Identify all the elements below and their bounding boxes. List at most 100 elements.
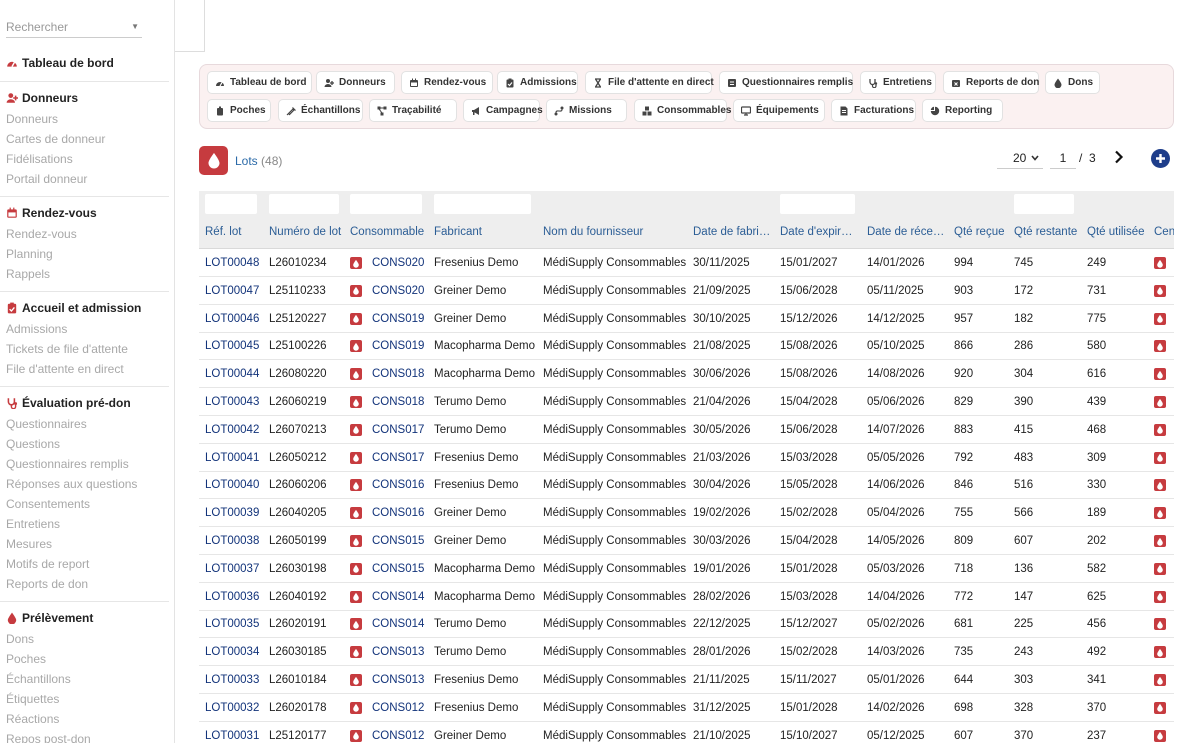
nav-button-8[interactable]: Dons (1045, 71, 1100, 94)
lot-ref-link[interactable]: LOT00042 (205, 424, 259, 436)
nav-button-0[interactable]: Tableau de bord (207, 71, 312, 94)
consumable-link[interactable]: CONS015 (372, 563, 424, 575)
sidebar-item[interactable]: Portail donneur (6, 172, 87, 186)
sidebar-section-4[interactable]: Prélèvement (6, 611, 93, 625)
sidebar-item[interactable]: Questionnaires remplis (6, 457, 129, 471)
per-page-select[interactable]: 20 (997, 148, 1043, 169)
column-header[interactable]: Qté reçue (954, 226, 1012, 238)
column-filter-input[interactable] (350, 194, 422, 214)
sidebar-item[interactable]: Rappels (6, 267, 50, 281)
search-box[interactable]: ▼ (6, 16, 142, 38)
centre-drop-icon[interactable] (1154, 257, 1166, 269)
sidebar-item[interactable]: Tickets de file d'attente (6, 342, 128, 356)
table-row[interactable]: LOT00038 L26050199 CONS015 Greiner Demo Médi… (199, 527, 1174, 555)
table-row[interactable]: LOT00042 L26070213 CONS017 Terumo Demo MédiS… (199, 416, 1174, 444)
table-row[interactable]: LOT00043 L26060219 CONS018 Terumo Demo MédiS… (199, 388, 1174, 416)
centre-drop-icon[interactable] (1154, 368, 1166, 381)
lot-ref-link[interactable]: LOT00044 (205, 368, 259, 380)
nav-button-9[interactable]: Poches (207, 99, 271, 122)
sidebar-item[interactable]: Mesures (6, 537, 52, 551)
table-row[interactable]: LOT00048 L26010234 CONS020 Fresenius Demo Mé… (199, 249, 1174, 277)
nav-button-3[interactable]: Admissions (497, 71, 578, 94)
table-row[interactable]: LOT00034 L26030185 CONS013 Terumo Demo MédiS… (199, 638, 1174, 667)
column-header[interactable]: Qté utilisée (1087, 226, 1152, 238)
consumable-link[interactable]: CONS018 (372, 368, 424, 380)
centre-drop-icon[interactable] (1154, 507, 1166, 520)
column-filter-input[interactable] (205, 194, 257, 214)
consumable-link[interactable]: CONS020 (372, 285, 424, 297)
sidebar-item[interactable]: Repos post-don (6, 732, 91, 743)
lot-ref-link[interactable]: LOT00038 (205, 535, 259, 547)
sidebar-section-0[interactable]: Donneurs (6, 91, 78, 105)
table-row[interactable]: LOT00041 L26050212 CONS017 Fresenius Demo Mé… (199, 444, 1174, 472)
consumable-link[interactable]: CONS014 (372, 591, 424, 603)
lot-ref-link[interactable]: LOT00046 (205, 313, 259, 325)
sidebar-item-dashboard[interactable]: Tableau de bord (6, 56, 114, 70)
centre-drop-icon[interactable] (1154, 340, 1166, 353)
sidebar-item[interactable]: Questionnaires (6, 417, 87, 431)
search-input[interactable] (6, 19, 116, 34)
lot-ref-link[interactable]: LOT00032 (205, 702, 259, 714)
column-header[interactable]: Date de réce… (867, 226, 950, 238)
column-filter-input[interactable] (269, 194, 339, 214)
nav-button-7[interactable]: Reports de don (943, 71, 1039, 94)
consumable-link[interactable]: CONS013 (372, 646, 424, 658)
sidebar-item[interactable]: Réponses aux questions (6, 477, 137, 491)
nav-button-6[interactable]: Entretiens (860, 71, 936, 94)
lot-ref-link[interactable]: LOT00036 (205, 591, 259, 603)
column-filter-input[interactable] (1014, 194, 1074, 214)
sidebar-item[interactable]: Questions (6, 437, 60, 451)
lot-ref-link[interactable]: LOT00041 (205, 452, 259, 464)
consumable-link[interactable]: CONS019 (372, 340, 424, 352)
consumable-link[interactable]: CONS017 (372, 424, 424, 436)
sidebar-section-1[interactable]: Rendez-vous (6, 206, 97, 220)
lot-ref-link[interactable]: LOT00043 (205, 396, 259, 408)
centre-drop-icon[interactable] (1154, 646, 1166, 659)
sidebar-item[interactable]: Consentements (6, 497, 90, 511)
lot-ref-link[interactable]: LOT00031 (205, 730, 259, 742)
sidebar-item[interactable]: Dons (6, 632, 34, 646)
consumable-link[interactable]: CONS019 (372, 313, 424, 325)
lot-ref-link[interactable]: LOT00045 (205, 340, 259, 352)
add-record-button[interactable] (1151, 149, 1170, 168)
table-row[interactable]: LOT00036 L26040192 CONS014 Macopharma Demo M… (199, 583, 1174, 611)
table-row[interactable]: LOT00040 L26060206 CONS016 Fresenius Demo Mé… (199, 471, 1174, 500)
column-header[interactable]: Numéro de lot (269, 226, 347, 238)
centre-drop-icon[interactable] (1154, 674, 1166, 686)
consumable-link[interactable]: CONS012 (372, 730, 424, 742)
consumable-link[interactable]: CONS012 (372, 702, 424, 714)
sidebar-item[interactable]: Admissions (6, 322, 67, 336)
centre-drop-icon[interactable] (1154, 590, 1166, 603)
consumable-link[interactable]: CONS013 (372, 674, 424, 686)
lot-ref-link[interactable]: LOT00039 (205, 507, 259, 519)
centre-drop-icon[interactable] (1154, 312, 1166, 325)
centre-drop-icon[interactable] (1154, 451, 1166, 464)
nav-button-13[interactable]: Missions (546, 99, 627, 122)
sidebar-item[interactable]: Reports de don (6, 577, 88, 591)
sidebar-item[interactable]: Planning (6, 247, 53, 261)
column-header[interactable]: Réf. lot (205, 226, 265, 238)
sidebar-section-3[interactable]: Évaluation pré-don (6, 396, 131, 410)
nav-button-5[interactable]: Questionnaires remplis (719, 71, 853, 94)
nav-button-11[interactable]: Traçabilité (369, 99, 457, 122)
column-header[interactable]: Qté restante (1014, 226, 1084, 238)
lot-ref-link[interactable]: LOT00048 (205, 257, 259, 269)
sidebar-item[interactable]: Donneurs (6, 112, 58, 126)
centre-drop-icon[interactable] (1154, 284, 1166, 297)
lot-ref-link[interactable]: LOT00035 (205, 618, 259, 630)
centre-drop-icon[interactable] (1154, 535, 1166, 547)
sidebar-item[interactable]: Rendez-vous (6, 227, 77, 241)
nav-button-16[interactable]: Facturations (831, 99, 916, 122)
nav-button-17[interactable]: Reporting (922, 99, 1003, 122)
sidebar-item[interactable]: Poches (6, 652, 46, 666)
page-number-input[interactable]: 1 (1050, 148, 1076, 169)
table-row[interactable]: LOT00045 L25100226 CONS019 Macopharma Demo M… (199, 332, 1174, 361)
centre-drop-icon[interactable] (1154, 618, 1166, 631)
sidebar-item[interactable]: Réactions (6, 712, 59, 726)
column-header[interactable]: Nom du fournisseur (543, 226, 688, 238)
sidebar-item[interactable]: File d'attente en direct (6, 362, 124, 376)
table-row[interactable]: LOT00046 L25120227 CONS019 Greiner Demo Médi… (199, 305, 1174, 333)
sidebar-section-2[interactable]: Accueil et admission (6, 301, 141, 315)
sidebar-item[interactable]: Entretiens (6, 517, 60, 531)
lot-ref-link[interactable]: LOT00047 (205, 285, 259, 297)
